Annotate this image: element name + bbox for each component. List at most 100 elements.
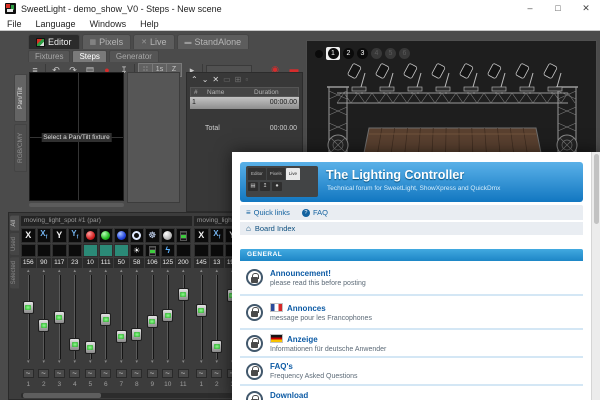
fader-handle[interactable] (196, 304, 207, 317)
sidetab-rgb-cmy[interactable]: RGB/CMY (14, 124, 27, 172)
channel-function-cell[interactable] (161, 228, 176, 243)
minimize-button[interactable]: – (516, 0, 544, 17)
channel-mode-cell[interactable] (37, 244, 52, 257)
table-row[interactable]: 100:00.00 (190, 97, 299, 109)
fade-curve-button[interactable]: ~ (54, 369, 65, 378)
sidetab-pan-tilt[interactable]: Pan/Tilt (14, 74, 27, 122)
fade-curve-button[interactable]: ~ (211, 369, 222, 378)
scene-button-5[interactable]: 5 (385, 48, 396, 59)
channel-mode-cell[interactable] (176, 244, 191, 257)
step-delete-button[interactable]: ✕ (212, 75, 219, 84)
close-button[interactable]: ✕ (572, 0, 600, 17)
scene-button-6[interactable]: 6 (399, 48, 410, 59)
forum-link[interactable]: Download (270, 391, 308, 400)
faq-link[interactable]: ? FAQ (302, 208, 328, 217)
fader-filter-selected[interactable]: Selected (10, 257, 19, 288)
channel-mode-cell[interactable] (210, 244, 225, 257)
fader-filter-all[interactable]: All (10, 216, 19, 231)
forum-section-header[interactable]: GENERAL (240, 249, 583, 261)
menu-windows[interactable]: Windows (90, 19, 127, 29)
fade-curve-button[interactable]: ~ (131, 369, 142, 378)
fade-curve-button[interactable]: ~ (116, 369, 127, 378)
fader-handle[interactable] (131, 328, 142, 341)
step-copy-button[interactable]: ▭ (223, 75, 231, 84)
canvas-scrollbar[interactable] (29, 203, 124, 207)
subtab-steps[interactable]: Steps (72, 50, 106, 62)
fade-curve-button[interactable]: ~ (38, 369, 49, 378)
step-paste-button[interactable]: ⊞ (235, 75, 242, 84)
channel-function-cell[interactable]: X (194, 228, 209, 243)
fade-curve-button[interactable]: ~ (147, 369, 158, 378)
channel-mode-cell[interactable] (145, 244, 160, 257)
fader-track[interactable] (28, 275, 30, 359)
tab-pixels[interactable]: ▦Pixels (82, 34, 132, 49)
subtab-generator[interactable]: Generator (109, 50, 159, 62)
fader-scrollbar-thumb[interactable] (23, 393, 101, 398)
channel-function-cell[interactable] (130, 228, 145, 243)
fade-curve-button[interactable]: ~ (100, 369, 111, 378)
channel-function-cell[interactable]: ☸ (145, 228, 160, 243)
forum-link[interactable]: Announcement! (270, 269, 366, 278)
channel-mode-cell[interactable] (99, 244, 114, 257)
channel-function-cell[interactable] (114, 228, 129, 243)
scene-button-4[interactable]: 4 (371, 48, 382, 59)
forum-link[interactable]: FAQ's (270, 362, 358, 371)
step-more-button[interactable]: ▫ (245, 75, 248, 84)
channel-function-cell[interactable]: Y (52, 228, 67, 243)
fade-curve-button[interactable]: ~ (196, 369, 207, 378)
pan-tilt-canvas[interactable]: Select a Pan/Tilt fixture (29, 72, 124, 201)
fader-handle[interactable] (147, 315, 158, 328)
quick-links-link[interactable]: ≡ Quick links (246, 208, 290, 217)
step-up-button[interactable]: ⌃ (191, 75, 198, 84)
menu-language[interactable]: Language (36, 19, 76, 29)
fader-handle[interactable] (162, 309, 173, 322)
subtab-fixtures[interactable]: Fixtures (28, 50, 70, 62)
channel-mode-cell[interactable]: ☀ (130, 244, 145, 257)
step-down-button[interactable]: ⌄ (202, 75, 209, 84)
fader-filter-used[interactable]: Used (10, 233, 19, 255)
channel-mode-cell[interactable] (68, 244, 83, 257)
fade-curve-button[interactable]: ~ (23, 369, 34, 378)
fader-handle[interactable] (116, 330, 127, 343)
channel-function-cell[interactable] (83, 228, 98, 243)
menu-file[interactable]: File (7, 19, 22, 29)
menu-help[interactable]: Help (140, 19, 159, 29)
forum-scrollbar-thumb[interactable] (594, 154, 599, 224)
fade-curve-button[interactable]: ~ (85, 369, 96, 378)
channel-function-cell[interactable]: Xf (210, 228, 225, 243)
fader-track[interactable] (201, 275, 203, 359)
fader-handle[interactable] (54, 311, 65, 324)
channel-function-cell[interactable] (99, 228, 114, 243)
channel-mode-cell[interactable] (114, 244, 129, 257)
scene-button-1[interactable]: 1 (326, 47, 340, 60)
fader-handle[interactable] (85, 341, 96, 354)
fader-handle[interactable] (100, 313, 111, 326)
fader-track[interactable] (43, 275, 45, 359)
channel-mode-cell[interactable] (52, 244, 67, 257)
forum-scrollbar[interactable] (591, 152, 600, 400)
fade-curve-button[interactable]: ~ (178, 369, 189, 378)
fader-track[interactable] (121, 275, 123, 359)
channel-mode-cell[interactable] (83, 244, 98, 257)
channel-mode-cell[interactable] (21, 244, 36, 257)
tab-editor[interactable]: Editor (28, 34, 80, 49)
fader-track[interactable] (136, 275, 138, 359)
fader-handle[interactable] (211, 340, 222, 353)
board-index-link[interactable]: Board Index (255, 224, 295, 233)
fader-handle[interactable] (178, 288, 189, 301)
channel-function-cell[interactable]: Yf (68, 228, 83, 243)
scene-button-2[interactable]: 2 (343, 48, 354, 59)
channel-mode-cell[interactable] (194, 244, 209, 257)
fade-curve-button[interactable]: ~ (162, 369, 173, 378)
channel-function-cell[interactable]: X (21, 228, 36, 243)
fader-handle[interactable] (38, 319, 49, 332)
scene-button-3[interactable]: 3 (357, 48, 368, 59)
fader-handle[interactable] (69, 338, 80, 351)
channel-function-cell[interactable]: Xf (37, 228, 52, 243)
channel-function-cell[interactable] (176, 228, 191, 243)
maximize-button[interactable]: □ (544, 0, 572, 17)
fader-handle[interactable] (23, 301, 34, 314)
tab-standalone[interactable]: ▬StandAlone (177, 34, 250, 49)
tab-live[interactable]: ✕Live (133, 34, 174, 49)
channel-mode-cell[interactable]: ϟ (161, 244, 176, 257)
